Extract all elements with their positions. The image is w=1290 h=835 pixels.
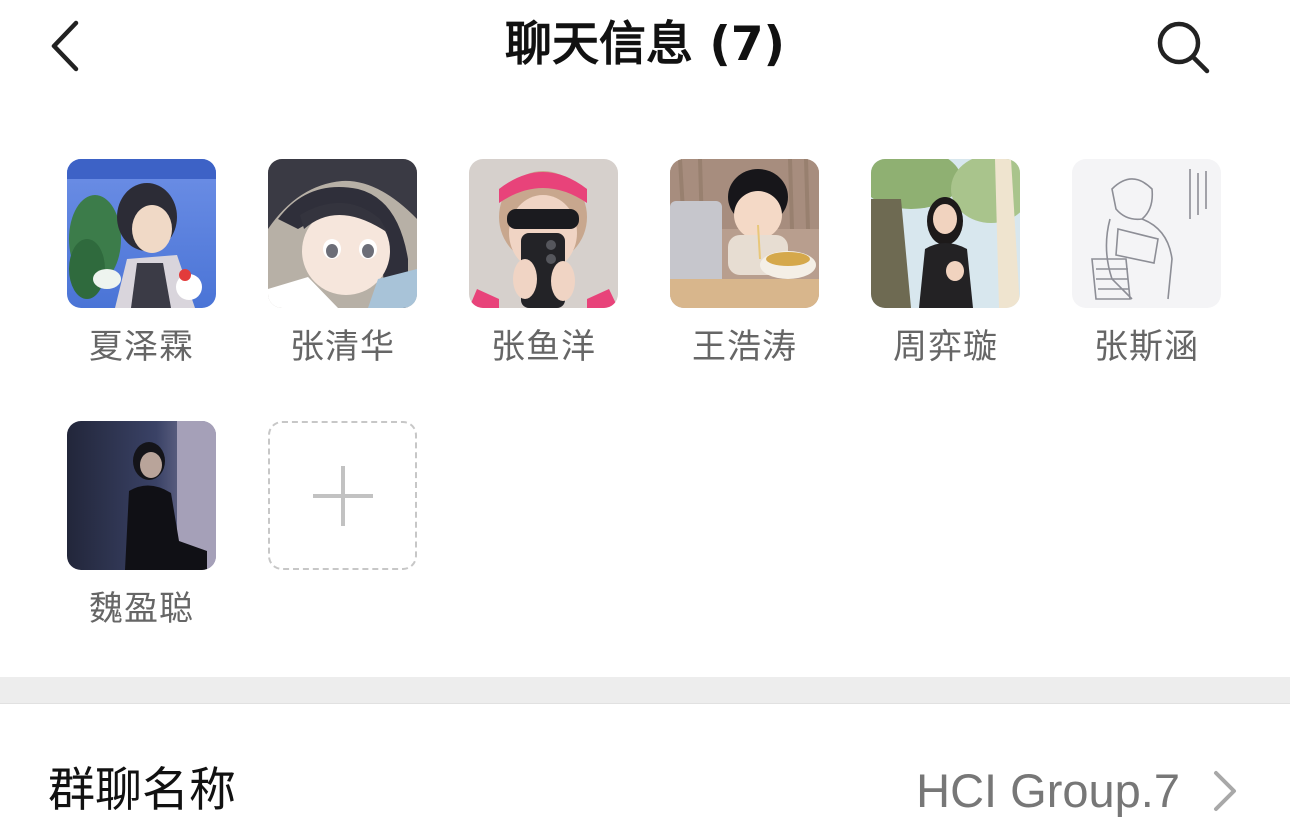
group-name-label: 群聊名称 (48, 763, 236, 818)
add-member-button[interactable] (268, 421, 417, 570)
plus-icon (312, 465, 373, 526)
anime-girl-avatar (268, 159, 417, 308)
group-name-row[interactable]: 群聊名称 HCI Group.7 (0, 703, 1290, 835)
woman-outdoors-avatar (871, 159, 1020, 308)
child-eating-noodles-avatar (670, 159, 819, 308)
group-name-value: HCI Group.7 (916, 764, 1180, 817)
member-name: 王浩涛 (692, 327, 797, 367)
member-name: 张清华 (290, 327, 395, 367)
man-dark-portrait-avatar (67, 421, 216, 570)
member-name: 夏泽霖 (89, 327, 194, 367)
member-name: 魏盈聪 (89, 589, 194, 629)
section-divider (0, 677, 1290, 704)
anime-boy-avatar (67, 159, 216, 308)
chevron-right-icon (1214, 771, 1236, 811)
member-grid: 夏泽霖 张清华 张鱼洋 王浩涛 周弈璇 张斯涵 魏盈聪 (0, 0, 1290, 677)
pencil-sketch-avatar (1072, 159, 1221, 308)
member-name: 周弈璇 (893, 327, 998, 367)
girl-pink-headband-avatar (469, 159, 618, 308)
member-name: 张鱼洋 (491, 327, 596, 367)
chat-info-page: 聊天信息 (7) 夏泽霖 张清华 张鱼洋 王浩涛 周弈璇 张斯涵 魏盈聪 群聊名… (0, 0, 1290, 835)
member-name: 张斯涵 (1094, 327, 1199, 367)
